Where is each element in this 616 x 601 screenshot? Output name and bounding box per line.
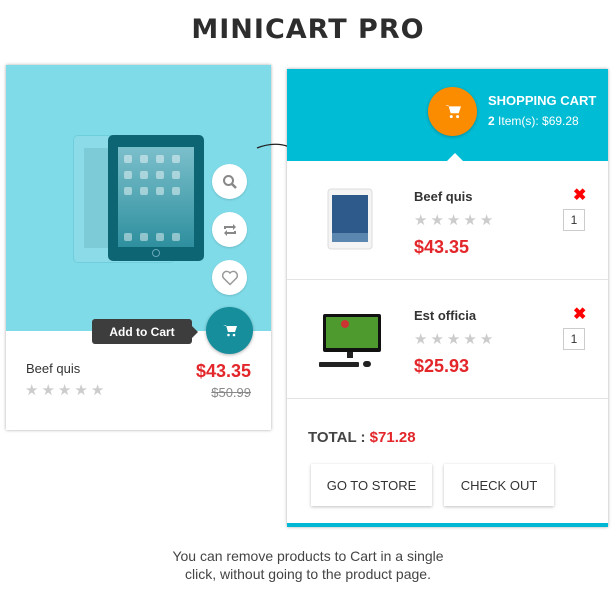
minicart-header: SHOPPING CART 2 Item(s): $69.28	[287, 69, 608, 161]
checkout-button[interactable]: CHECK OUT	[444, 464, 554, 506]
product-card: Add to Cart Beef quis ★ ★ ★ ★ ★ $43.35 $50.9…	[6, 65, 271, 430]
star-icon: ★	[41, 382, 55, 399]
cart-item-price: $43.35	[414, 237, 470, 257]
quantity-input[interactable]: 1	[563, 328, 585, 350]
star-icon: ★	[479, 331, 494, 348]
total-label: TOTAL :	[308, 429, 370, 446]
cart-summary: 2 Item(s): $69.28	[488, 114, 579, 128]
star-icon: ★	[463, 212, 477, 229]
add-to-cart-tooltip: Add to Cart	[92, 319, 198, 344]
star-icon: ★	[57, 382, 72, 399]
heart-icon	[221, 270, 238, 286]
star-icon: ★	[463, 331, 477, 348]
product-image	[108, 135, 204, 261]
star-icon: ★	[25, 382, 39, 399]
cart-item-price: $25.93	[414, 356, 470, 376]
star-icon: ★	[430, 331, 444, 348]
caption: You can remove products to Cart in a sin…	[0, 547, 616, 583]
add-to-cart-button[interactable]	[206, 307, 253, 354]
product-price: $43.35	[195, 361, 251, 381]
compare-icon	[223, 223, 236, 236]
cart-item-name[interactable]: Est officia	[414, 308, 476, 323]
star-icon: ★	[74, 382, 88, 399]
minicart-panel: SHOPPING CART 2 Item(s): $69.28 Beef qui…	[287, 69, 608, 527]
quick-view-button[interactable]	[212, 164, 247, 199]
star-icon: ★	[430, 212, 444, 229]
star-icon: ★	[446, 331, 461, 348]
cart-total: TOTAL : $71.28	[308, 429, 416, 446]
search-icon	[222, 174, 237, 189]
cart-icon	[222, 325, 237, 337]
wishlist-button[interactable]	[212, 260, 247, 295]
star-icon: ★	[414, 212, 428, 229]
product-image-area[interactable]	[6, 65, 271, 331]
product-name[interactable]: Beef quis	[26, 361, 80, 376]
cart-item: Est officia ★ ★ ★ ★ ★ $25.93 ✖ 1	[287, 280, 608, 399]
cart-item-image	[327, 188, 373, 250]
star-icon: ★	[90, 382, 105, 399]
caption-line: You can remove products to Cart in a sin…	[172, 548, 444, 564]
page-title: MINICART PRO	[191, 14, 425, 45]
cart-item-image	[319, 314, 381, 367]
cart-item-name[interactable]: Beef quis	[414, 189, 473, 204]
cart-item-rating: ★ ★ ★ ★ ★	[414, 213, 493, 228]
star-icon: ★	[479, 212, 494, 229]
cart-toggle-button[interactable]	[428, 87, 477, 136]
cart-summary-text: Item(s): $69.28	[494, 114, 579, 128]
product-rating: ★ ★ ★ ★ ★	[25, 383, 104, 398]
go-to-store-button[interactable]: GO TO STORE	[311, 464, 432, 506]
quantity-input[interactable]: 1	[563, 209, 585, 231]
remove-icon[interactable]: ✖	[573, 304, 586, 324]
star-icon: ★	[414, 331, 428, 348]
star-icon: ★	[446, 212, 461, 229]
cart-item-rating: ★ ★ ★ ★ ★	[414, 332, 493, 347]
caption-line: click, without going to the product page…	[185, 566, 431, 582]
product-old-price: $50.99	[211, 385, 251, 400]
compare-button[interactable]	[212, 212, 247, 247]
cart-title: SHOPPING CART	[488, 93, 597, 108]
total-value: $71.28	[369, 429, 416, 446]
cart-item-count: 2	[488, 114, 495, 128]
remove-icon[interactable]: ✖	[573, 185, 586, 205]
cart-item: Beef quis ★ ★ ★ ★ ★ $43.35 ✖ 1	[287, 161, 608, 280]
cart-icon	[444, 105, 461, 119]
